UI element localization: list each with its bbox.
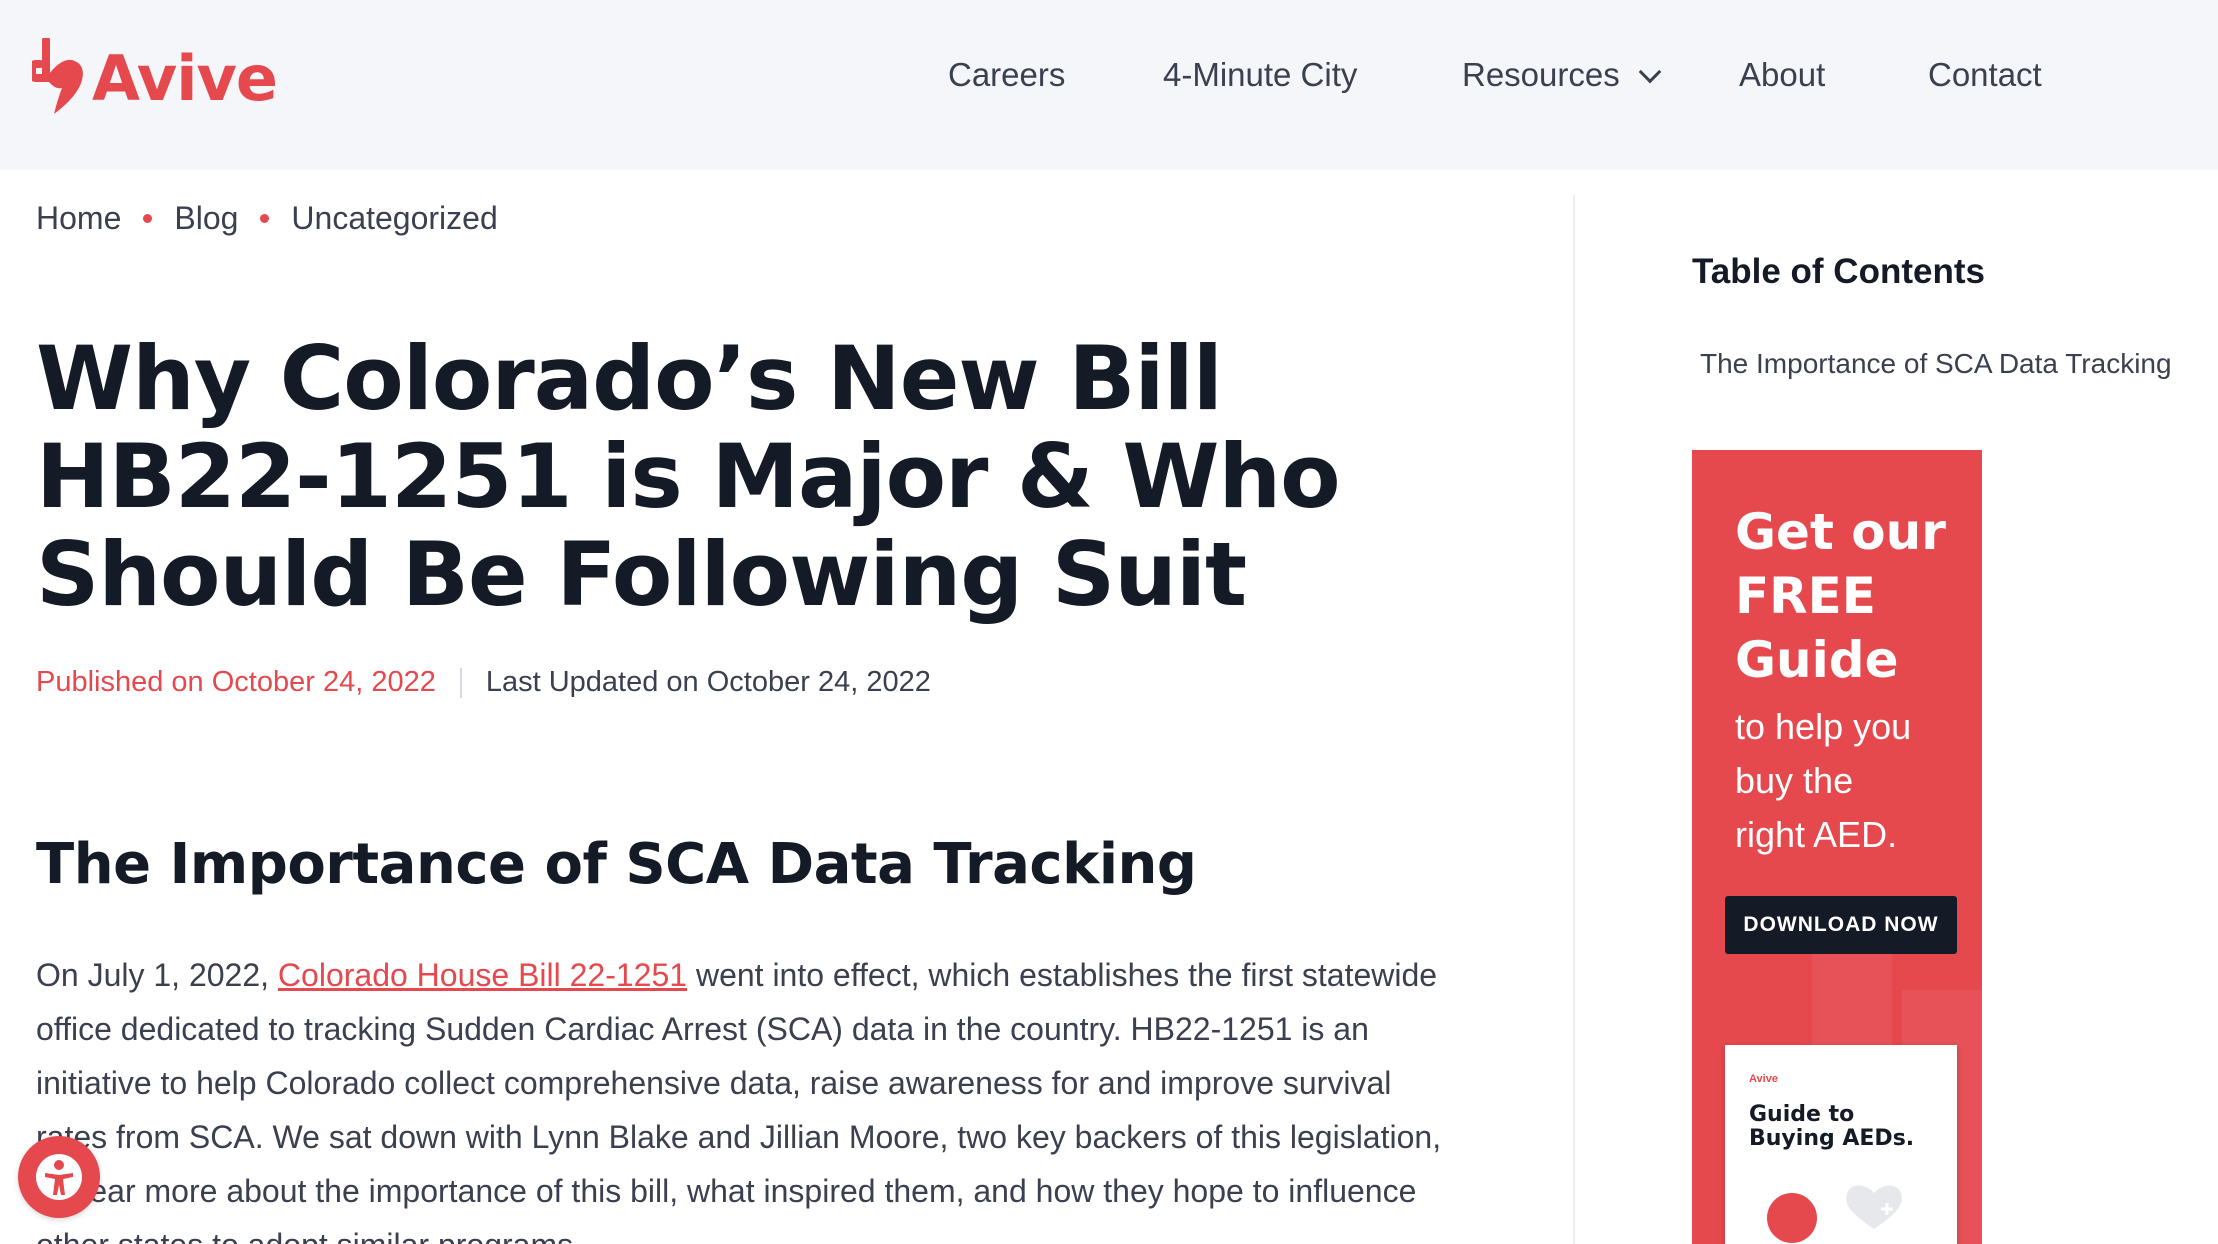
breadcrumb-separator <box>260 214 270 223</box>
updated-date: Last Updated on October 24, 2022 <box>485 666 931 698</box>
book-title-line: Buying AEDs. <box>1749 1126 1915 1151</box>
paragraph-text-prefix: On July 1, 2022, <box>36 957 278 993</box>
ad-headline-line: Get our <box>1735 503 1946 561</box>
avive-heart-logo-icon <box>32 38 83 114</box>
logo-text: Avive <box>92 41 278 115</box>
nav-about[interactable]: About <box>1739 56 1825 94</box>
breadcrumb-separator <box>143 214 153 223</box>
avive-logo[interactable]: Avive <box>32 38 278 118</box>
ad-subtext-line: to help you <box>1735 706 1912 747</box>
breadcrumb-home[interactable]: Home <box>36 200 121 237</box>
download-now-button[interactable]: DOWNLOAD NOW <box>1725 896 1957 954</box>
breadcrumb-blog[interactable]: Blog <box>174 200 238 237</box>
content-divider <box>1573 195 1575 1244</box>
colorado-bill-link[interactable]: Colorado House Bill 22-1251 <box>278 957 687 993</box>
book-title-line: Guide to <box>1749 1102 1855 1127</box>
nav-resources[interactable]: Resources <box>1462 56 1662 94</box>
section-heading: The Importance of SCA Data Tracking <box>36 832 1197 897</box>
ad-subtext: to help you buy the right AED. <box>1735 700 1965 862</box>
nav-contact[interactable]: Contact <box>1928 56 2042 94</box>
aed-guide-ad[interactable]: Get our FREE Guide to help you buy the r… <box>1692 450 1982 1244</box>
guide-book-cover: Avive Guide to Buying AEDs. <box>1725 1045 1957 1244</box>
published-date: Published on October 24, 2022 <box>36 666 436 698</box>
article-paragraph: On July 1, 2022, Colorado House Bill 22-… <box>36 948 1456 1244</box>
nav-careers[interactable]: Careers <box>948 56 1065 94</box>
toc-title: Table of Contents <box>1692 252 1985 291</box>
ad-headline-line: FREE <box>1735 567 1876 625</box>
ad-subtext-line: buy the <box>1735 760 1854 801</box>
breadcrumb-uncategorized[interactable]: Uncategorized <box>291 200 497 237</box>
breadcrumb: Home Blog Uncategorized <box>36 200 498 237</box>
book-title: Guide to Buying AEDs. <box>1749 1103 1914 1151</box>
article-title: Why Colorado’s New Bill HB22-1251 is Maj… <box>36 327 1341 626</box>
ad-headline-line: Guide <box>1735 631 1899 689</box>
meta-divider <box>459 667 462 698</box>
accessibility-person-icon <box>36 1154 82 1200</box>
ad-subtext-line: right AED. <box>1735 814 1898 855</box>
toc-item-sca-data-tracking[interactable]: The Importance of SCA Data Tracking <box>1700 348 2172 380</box>
nav-4-minute-city[interactable]: 4-Minute City <box>1163 56 1357 94</box>
article-meta: Published on October 24, 2022 Last Updat… <box>36 666 931 699</box>
heart-illustration-icon <box>1846 1185 1902 1229</box>
book-illustration-circle <box>1767 1193 1817 1243</box>
accessibility-button[interactable] <box>18 1136 100 1218</box>
site-header: Avive Careers 4-Minute City Resources Ab… <box>0 0 2218 170</box>
book-logo: Avive <box>1749 1073 1778 1085</box>
ad-headline: Get our FREE Guide <box>1735 500 1946 692</box>
nav-resources-label: Resources <box>1462 56 1620 93</box>
paragraph-text-rest: went into effect, which establishes the … <box>36 957 1442 1244</box>
chevron-down-icon <box>1638 60 1662 84</box>
